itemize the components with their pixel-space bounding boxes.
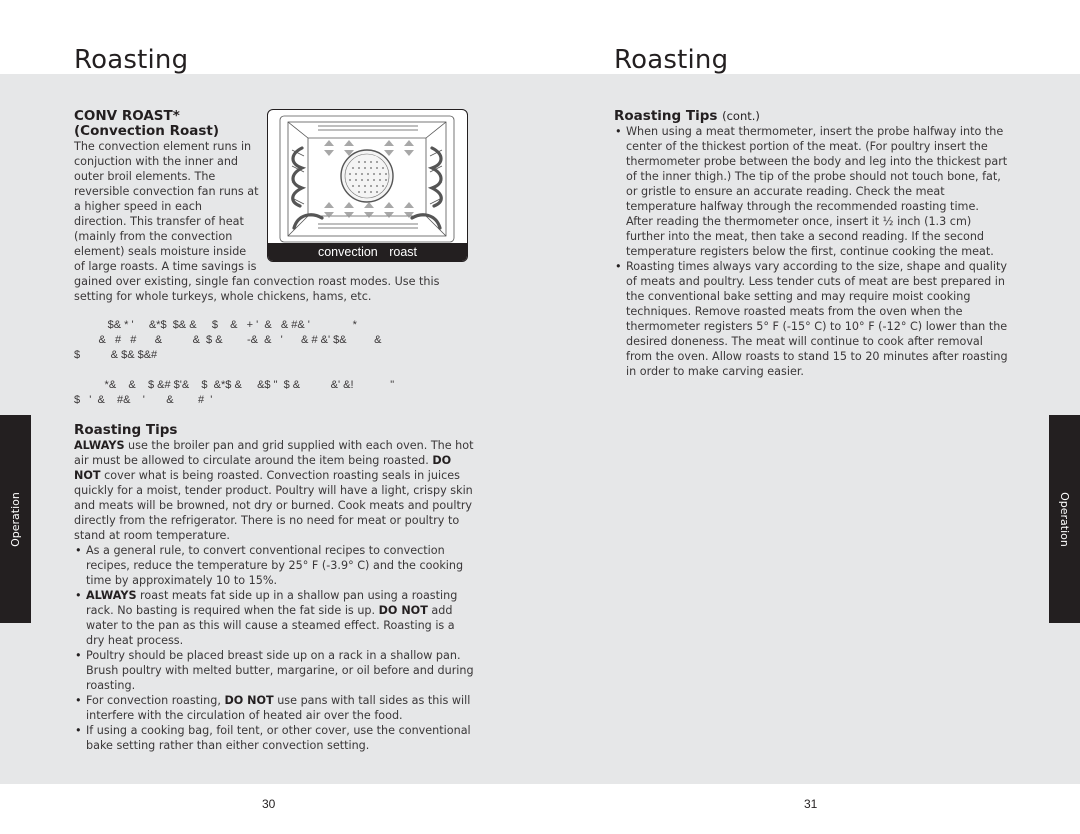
side-tab-label: Operation <box>1058 491 1071 547</box>
side-tab-operation-right: Operation <box>1049 415 1080 623</box>
conv-roast-body-line: element) seals moisture inside <box>74 245 247 258</box>
intro-text-2: cover what is being roasted. Convection … <box>74 469 473 542</box>
oven-convection-roast-diagram-icon <box>279 115 455 243</box>
garbled-line: $ & $& $&# <box>74 349 158 361</box>
side-tab-label: Operation <box>9 491 22 547</box>
tip-text: If using a cooking bag, foil tent, or ot… <box>86 724 471 752</box>
roasting-tips-heading: Roasting Tips <box>74 422 178 438</box>
conv-roast-body-line: a higher speed in each <box>74 200 202 213</box>
roasting-tips-cont-heading: Roasting Tips (cont.) <box>614 109 1009 124</box>
garbled-line: *& & $ &# $'& $ &*$ & &$ " $ & &' &! " <box>74 379 395 391</box>
garbled-line: $& * ' &*$ $& & $ & + ' & & #& ' * <box>74 319 357 331</box>
page-number-right: 31 <box>804 797 818 811</box>
emphasis-always: ALWAYS <box>74 439 125 452</box>
list-item: For convection roasting, DO NOT use pans… <box>74 693 474 723</box>
list-item: ALWAYS roast meats fat side up in a shal… <box>74 588 474 648</box>
emphasis-always: ALWAYS <box>86 589 137 602</box>
list-item: Roasting times always vary according to … <box>614 259 1009 379</box>
list-item: As a general rule, to convert convention… <box>74 543 474 588</box>
diagram-caption: convection roast <box>268 243 467 261</box>
conv-roast-body-line: (mainly from the convection <box>74 230 233 243</box>
conv-roast-body-line: conjuction with the inner and <box>74 155 239 168</box>
conv-roast-subheading: (Convection Roast) <box>74 123 220 139</box>
side-tab-operation-left: Operation <box>0 415 31 623</box>
tip-text: For convection roasting, <box>86 694 225 707</box>
tip-text: Poultry should be placed breast side up … <box>86 649 474 692</box>
roasting-tips-cont-list: When using a meat thermometer, insert th… <box>614 124 1009 379</box>
convection-roast-diagram: convection roast <box>267 109 468 262</box>
heading-suffix: (cont.) <box>722 109 760 123</box>
intro-text-1: use the broiler pan and grid supplied wi… <box>74 439 474 467</box>
conv-roast-body-continued: gained over existing, single fan convect… <box>74 275 440 303</box>
roasting-tips-intro: ALWAYS use the broiler pan and grid supp… <box>74 438 474 543</box>
emphasis-do-not: DO NOT <box>224 694 274 707</box>
list-item: When using a meat thermometer, insert th… <box>614 124 1009 259</box>
list-item: Poultry should be placed breast side up … <box>74 648 474 693</box>
conv-roast-body-line: of large roasts. A time savings is <box>74 260 257 273</box>
heading-text: Roasting Tips <box>614 108 718 124</box>
conv-roast-section: CONV ROAST* (Convection Roast) The conve… <box>74 109 264 274</box>
conv-roast-body-line: outer broil elements. The <box>74 170 216 183</box>
roasting-tips-list: As a general rule, to convert convention… <box>74 543 474 753</box>
page-number-left: 30 <box>262 797 276 811</box>
garbled-text-block-1: $& * ' &*$ $& & $ & + ' & & #& ' * & # #… <box>74 318 381 363</box>
roasting-tips-section: Roasting Tips ALWAYS use the broiler pan… <box>74 423 474 753</box>
conv-roast-body-line: direction. This transfer of heat <box>74 215 244 228</box>
list-item: If using a cooking bag, foil tent, or ot… <box>74 723 474 753</box>
conv-roast-body-line: reversible convection fan runs at <box>74 185 259 198</box>
tip-text: As a general rule, to convert convention… <box>86 544 464 587</box>
conv-roast-body-line: The convection element runs in <box>74 140 252 153</box>
conv-roast-heading: CONV ROAST* <box>74 108 180 124</box>
emphasis-do-not: DO NOT <box>378 604 428 617</box>
garbled-line: & # # & & $ & -& & ' & # &' $& & <box>74 334 382 346</box>
garbled-text-block-2: *& & $ &# $'& $ &*$ & &$ " $ & &' &! " $… <box>74 378 394 408</box>
roasting-tips-cont-section: Roasting Tips (cont.) When using a meat … <box>614 109 1009 379</box>
left-page-title: Roasting <box>74 45 189 75</box>
right-page-title: Roasting <box>614 45 729 75</box>
garbled-line: $ ' & #& ' & # ' <box>74 394 213 406</box>
